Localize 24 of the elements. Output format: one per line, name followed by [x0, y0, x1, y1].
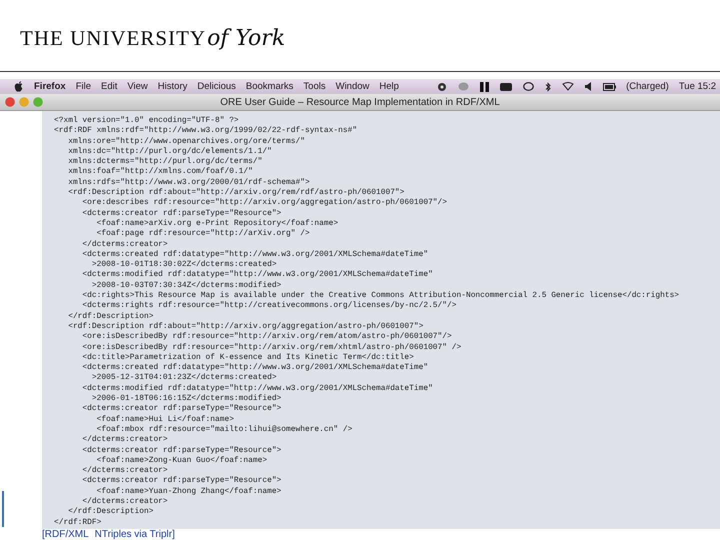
window-title: ORE User Guide – Resource Map Implementation in RDF/XML — [220, 96, 500, 108]
clock-text[interactable]: Tue 15:2 — [678, 81, 716, 92]
menu-item[interactable]: Firefox — [34, 81, 66, 92]
logo-text: THE UNIVERSITY — [20, 26, 206, 51]
speaker-icon[interactable] — [585, 82, 592, 91]
battery-icon[interactable] — [603, 82, 616, 90]
menu-item[interactable]: History — [158, 81, 188, 92]
menu-item[interactable]: Edit — [101, 81, 118, 92]
format-link[interactable]: NTriples via Triplr] — [94, 529, 175, 540]
menu-item[interactable]: Window — [336, 81, 370, 92]
menu-item[interactable]: View — [127, 81, 148, 92]
apple-icon[interactable] — [14, 81, 24, 92]
logo-script-text: of York — [207, 26, 286, 51]
wifi-icon[interactable] — [562, 82, 574, 91]
close-button[interactable] — [5, 97, 15, 107]
menu-item[interactable]: Bookmarks — [246, 81, 294, 92]
menu-item[interactable]: Tools — [303, 81, 326, 92]
menu-item[interactable]: Help — [379, 81, 399, 92]
menu-item[interactable]: File — [76, 81, 91, 92]
battery-status-text: (Charged) — [626, 81, 669, 92]
bluetooth-icon[interactable] — [545, 82, 552, 92]
format-link[interactable]: [RDF/XML — [42, 529, 89, 540]
menu-item[interactable]: Delicious — [197, 81, 236, 92]
pause-icon[interactable] — [480, 82, 490, 92]
